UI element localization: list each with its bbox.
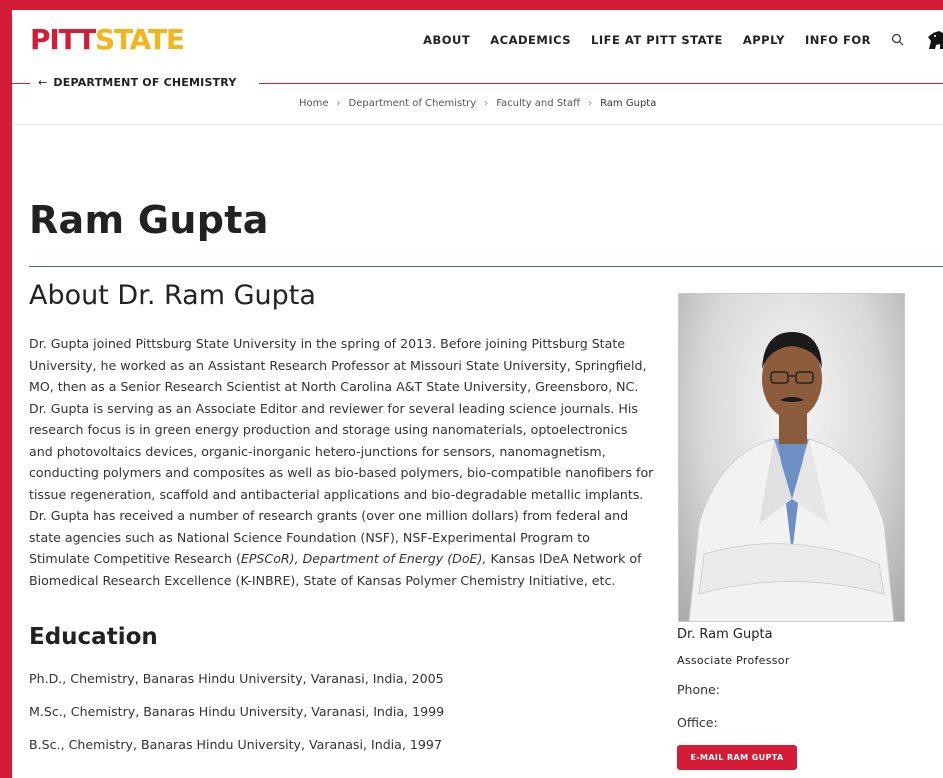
bio-text: Dr. Gupta joined Pittsburg State Univers… [29, 336, 654, 588]
office-label: Office: [677, 715, 718, 730]
chevron-right-icon: › [588, 98, 593, 109]
page-title: Ram Gupta [29, 198, 269, 242]
nav-apply[interactable]: APPLY [743, 33, 785, 47]
breadcrumb-faculty[interactable]: Faculty and Staff [496, 98, 580, 109]
profile-photo [678, 293, 905, 622]
breadcrumb-department[interactable]: Department of Chemistry [349, 98, 477, 109]
pitt-state-logo[interactable]: PITTSTATE [30, 24, 185, 56]
gorilla-icon[interactable] [925, 29, 943, 51]
title-divider [29, 266, 943, 267]
about-heading: About Dr. Ram Gupta [29, 280, 316, 311]
header-divider [12, 124, 943, 125]
department-label: DEPARTMENT OF CHEMISTRY [53, 76, 237, 89]
chevron-right-icon: › [484, 98, 489, 109]
department-bar: ← DEPARTMENT OF CHEMISTRY [12, 76, 943, 92]
nav-academics[interactable]: ACADEMICS [490, 33, 571, 47]
list-item: B.Sc., Chemistry, Banaras Hindu Universi… [29, 737, 442, 752]
education-list: Ph.D., Chemistry, Banaras Hindu Universi… [29, 670, 649, 769]
back-arrow-icon: ← [38, 76, 48, 89]
search-icon[interactable] [891, 33, 905, 47]
divider [12, 83, 30, 84]
page: PITTSTATE ABOUT ACADEMICS LIFE AT PITT S… [12, 10, 943, 778]
nav-about[interactable]: ABOUT [423, 33, 470, 47]
education-heading: Education [29, 624, 158, 650]
breadcrumb-current: Ram Gupta [600, 98, 657, 109]
list-item: M.Sc., Chemistry, Banaras Hindu Universi… [29, 704, 445, 719]
divider [259, 83, 943, 84]
nav-info-for[interactable]: INFO FOR [805, 33, 871, 47]
chevron-right-icon: › [336, 98, 341, 109]
department-link[interactable]: ← DEPARTMENT OF CHEMISTRY [38, 76, 237, 89]
phone-label: Phone: [677, 682, 720, 697]
list-item: Ph.D., Chemistry, Banaras Hindu Universi… [29, 671, 444, 686]
breadcrumb: Home › Department of Chemistry › Faculty and… [299, 98, 656, 109]
breadcrumb-home[interactable]: Home [299, 98, 329, 109]
nav-life-at-pitt-state[interactable]: LIFE AT PITT STATE [591, 33, 723, 47]
profile-name: Dr. Ram Gupta [677, 627, 773, 642]
top-navigation: ABOUT ACADEMICS LIFE AT PITT STATE APPLY… [423, 29, 943, 51]
profile-title: Associate Professor [677, 654, 790, 667]
email-button[interactable]: E-MAIL RAM GUPTA [677, 745, 797, 770]
